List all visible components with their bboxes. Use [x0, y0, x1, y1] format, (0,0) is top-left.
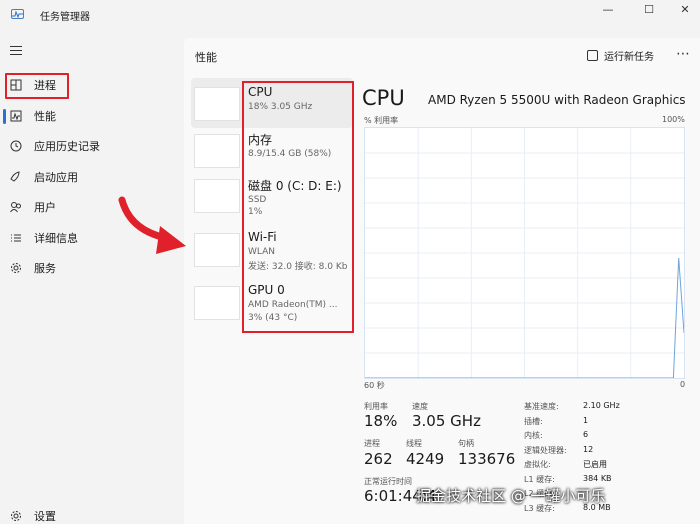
sidebar: 进程 性能 应用历史记录 启动应用 用户 详细信息 服务 设置 — [0, 30, 184, 524]
cpu-utilization-graph — [364, 127, 685, 379]
run-task-icon — [587, 50, 598, 61]
handle-value: 133676 — [458, 450, 516, 468]
spec-label: 基准速度: — [524, 402, 559, 411]
more-options-button[interactable]: ⋯ — [676, 46, 690, 62]
sidebar-item-label: 详细信息 — [34, 232, 78, 245]
sidebar-item-label: 服务 — [34, 262, 56, 275]
proc-value: 262 — [364, 450, 393, 468]
spec-label: L1 缓存: — [524, 475, 555, 484]
watermark: 掘金技术社区 @ 一罐小可乐 — [416, 487, 606, 505]
title-bar: 任务管理器 — ☐ ✕ — [0, 0, 700, 30]
spec-value: 已启用 — [583, 460, 607, 469]
performance-icon — [9, 110, 22, 123]
page-title: 性能 — [195, 51, 217, 64]
window-title: 任务管理器 — [40, 12, 90, 23]
sidebar-item-startup[interactable]: 启动应用 — [0, 162, 184, 192]
spec-label: 虚拟化: — [524, 460, 551, 469]
sidebar-item-label: 启动应用 — [34, 171, 78, 184]
device-list-highlight-box — [242, 81, 354, 333]
menu-icon[interactable] — [10, 46, 22, 55]
maximize-button[interactable]: ☐ — [631, 0, 667, 18]
sidebar-item-label: 用户 — [34, 201, 56, 214]
spec-value: 2.10 GHz — [583, 401, 620, 410]
sidebar-item-performance[interactable]: 性能 — [0, 101, 184, 131]
sidebar-item-label: 应用历史记录 — [34, 140, 100, 153]
device-thumbnail — [194, 233, 240, 267]
spec-value: 6 — [583, 430, 589, 439]
run-new-task-label: 运行新任务 — [604, 52, 654, 63]
device-thumbnail — [194, 87, 240, 121]
uptime-label: 正常运行时间 — [364, 477, 412, 486]
users-icon — [9, 201, 22, 214]
spec-label: 逻辑处理器: — [524, 446, 567, 455]
device-thumbnail — [194, 286, 240, 320]
speed-value: 3.05 GHz — [412, 412, 481, 430]
graph-zero-label: 0 — [680, 380, 686, 389]
spec-label: 插槽: — [524, 417, 543, 426]
red-arrow-icon — [118, 196, 186, 254]
sidebar-item-label: 性能 — [34, 110, 56, 123]
util-value: 18% — [364, 412, 398, 430]
gear-icon — [9, 510, 22, 523]
device-thumbnail — [194, 179, 240, 213]
util-label: 利用率 — [364, 402, 388, 411]
graph-util-label: % 利用率 — [364, 116, 399, 125]
graph-time-label: 60 秒 — [364, 381, 385, 390]
run-new-task-button[interactable]: 运行新任务 — [587, 48, 654, 63]
close-button[interactable]: ✕ — [667, 0, 700, 18]
device-thumbnail — [194, 134, 240, 168]
thread-value: 4249 — [406, 450, 445, 468]
task-manager-logo-icon — [11, 9, 24, 19]
speed-label: 速度 — [412, 402, 428, 411]
details-icon — [9, 232, 22, 245]
startup-icon — [9, 171, 22, 184]
services-icon — [9, 262, 22, 275]
cpu-heading: CPU — [362, 86, 405, 110]
spec-label: 内核: — [524, 431, 543, 440]
graph-max-label: 100% — [662, 115, 685, 124]
active-indicator — [3, 109, 6, 124]
history-icon — [9, 140, 22, 153]
spec-value: 384 KB — [583, 474, 612, 483]
handle-label: 句柄 — [458, 439, 474, 448]
sidebar-item-settings[interactable]: 设置 — [0, 501, 184, 524]
spec-value: 1 — [583, 416, 589, 425]
cpu-model-name: AMD Ryzen 5 5500U with Radeon Graphics — [428, 93, 686, 107]
performance-highlight-box — [5, 73, 69, 99]
minimize-button[interactable]: — — [590, 0, 626, 18]
sidebar-item-app-history[interactable]: 应用历史记录 — [0, 131, 184, 161]
proc-label: 进程 — [364, 439, 380, 448]
sidebar-item-label: 设置 — [34, 510, 56, 523]
thread-label: 线程 — [406, 439, 422, 448]
spec-value: 12 — [583, 445, 594, 454]
